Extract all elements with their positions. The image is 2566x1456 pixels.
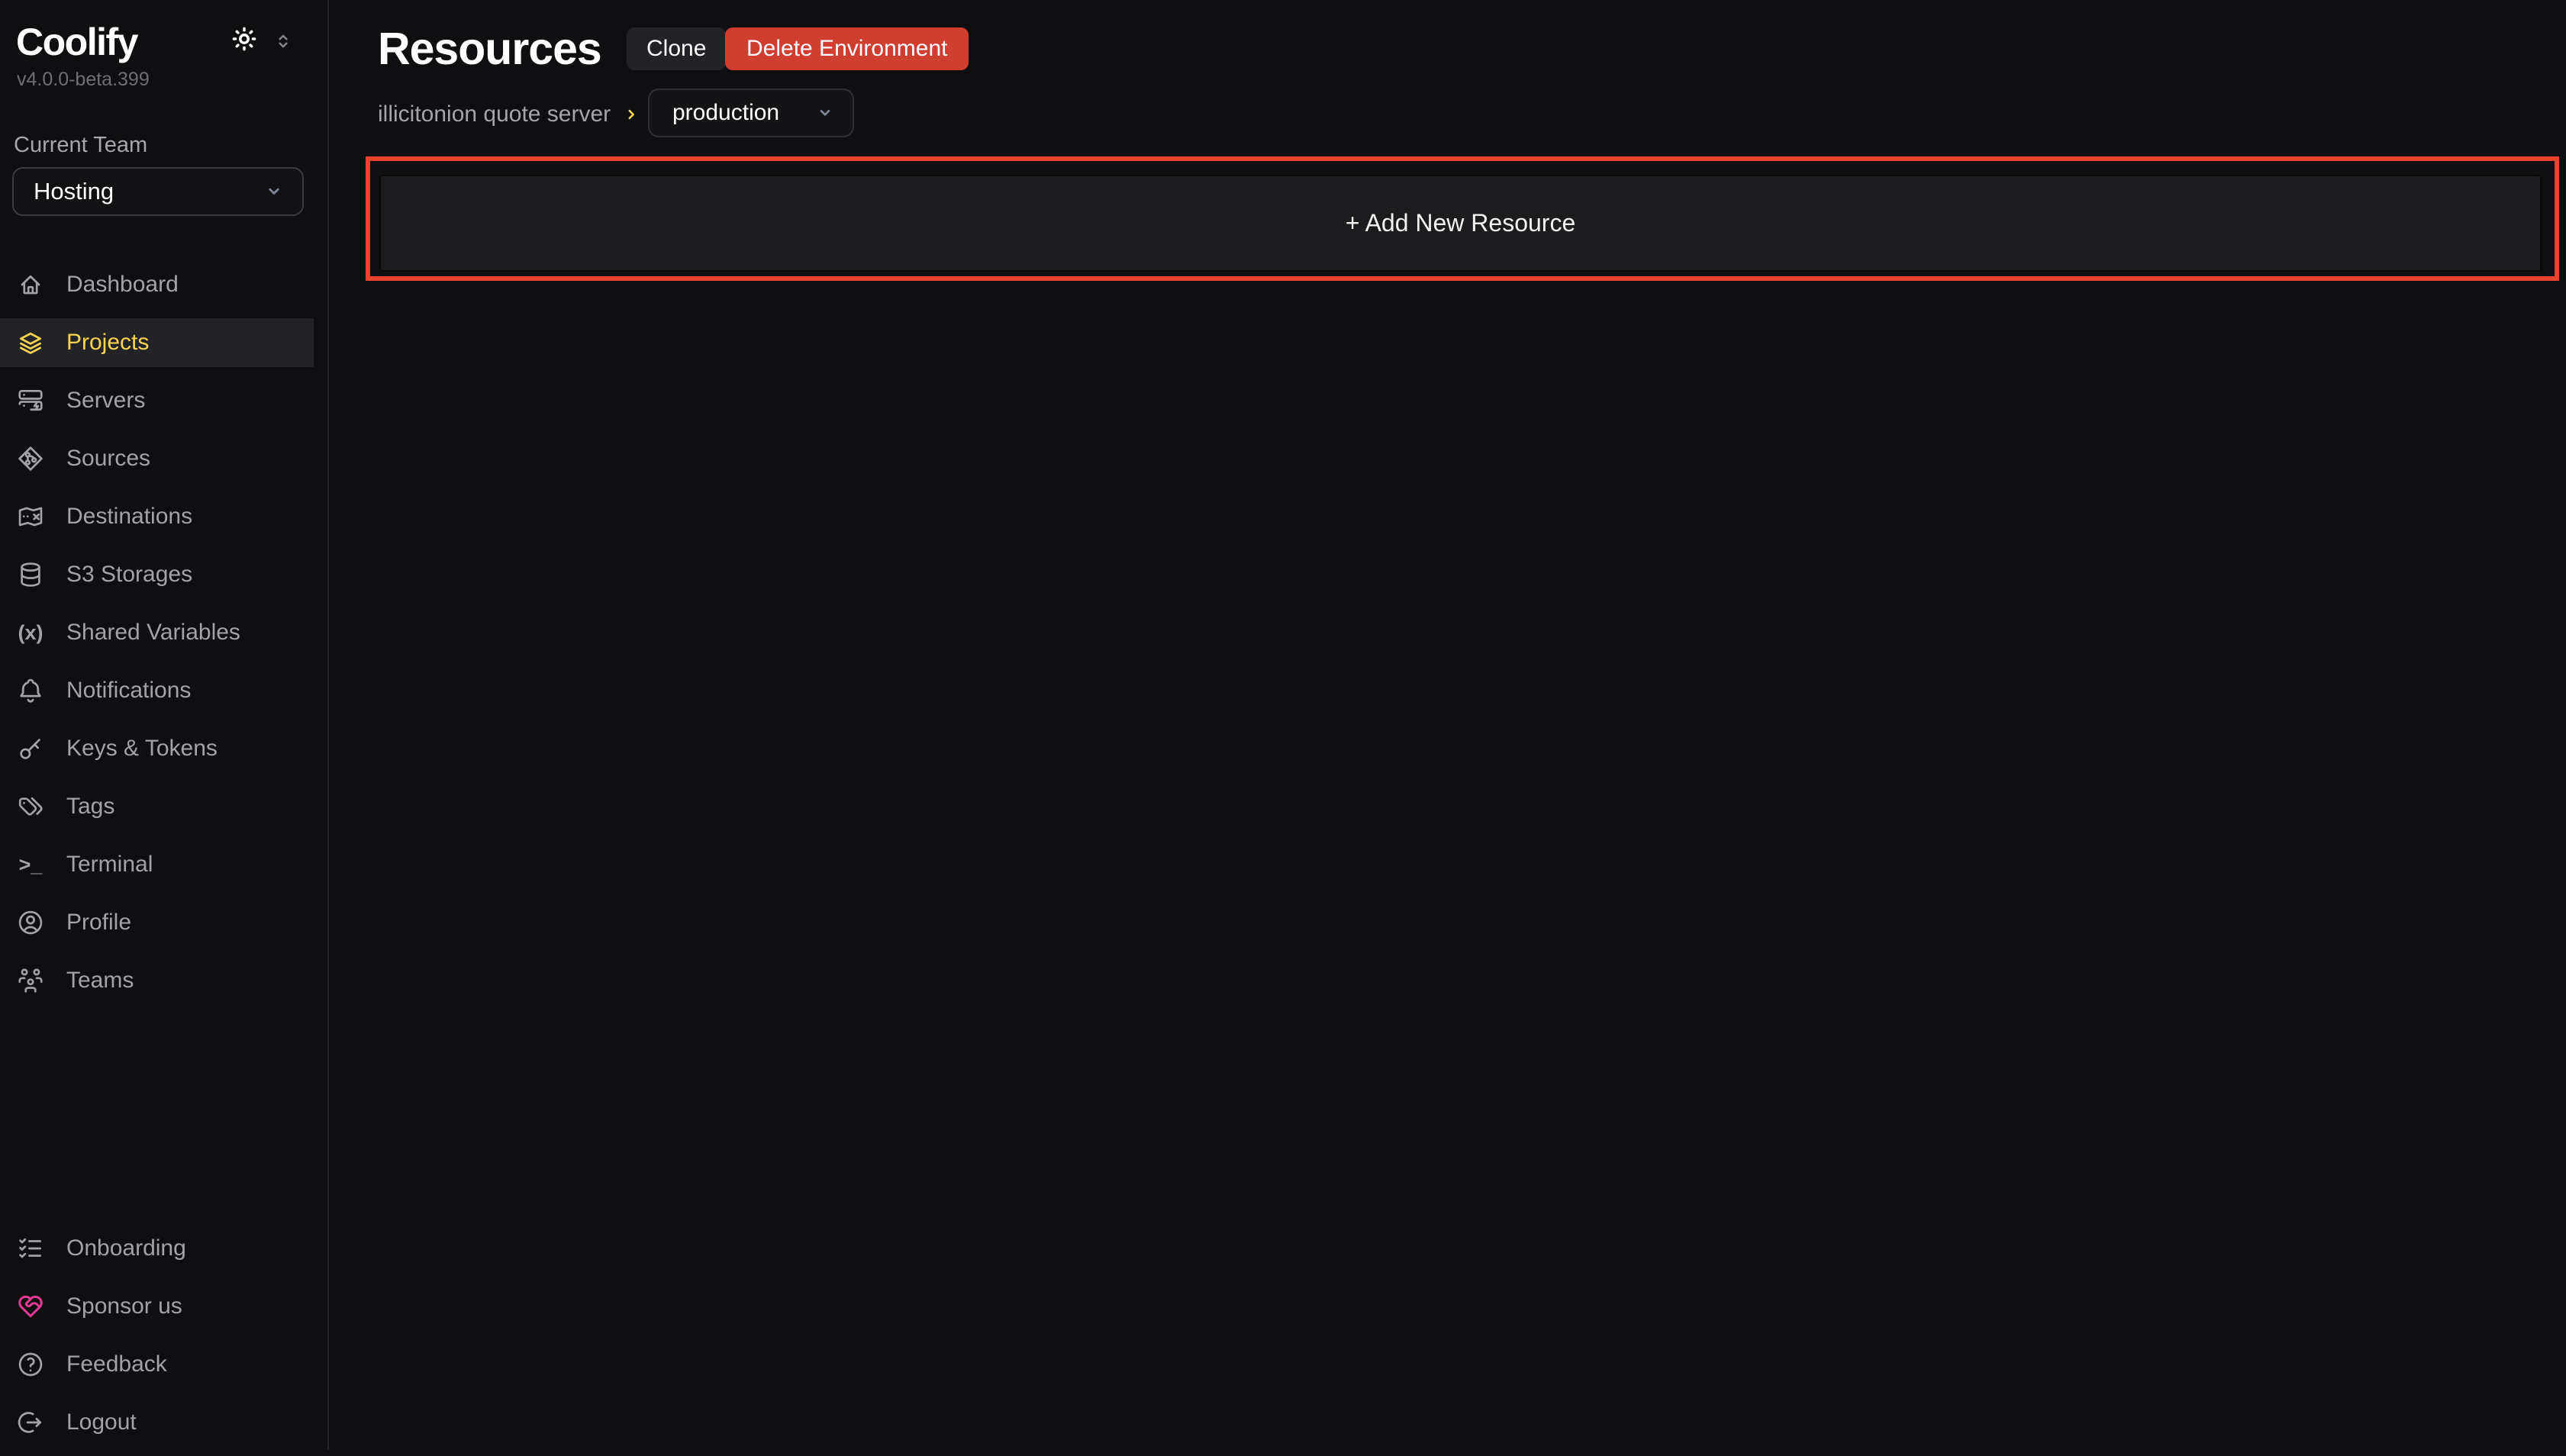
delete-environment-button[interactable]: Delete Environment: [725, 27, 969, 70]
sidebar-item-s3-storages[interactable]: S3 Storages: [0, 550, 314, 599]
breadcrumb-project-link[interactable]: illicitonion quote server: [378, 101, 611, 127]
sidebar-item-sponsor-us[interactable]: Sponsor us: [0, 1282, 314, 1331]
user-circle-icon: [16, 908, 45, 937]
current-team-label: Current Team: [14, 133, 147, 158]
sidebar-item-label: Projects: [66, 330, 149, 356]
sidebar-item-label: Logout: [66, 1409, 137, 1435]
sidebar-item-sources[interactable]: Sources: [0, 434, 314, 483]
sidebar-item-label: Sponsor us: [66, 1293, 182, 1319]
version-selector-button[interactable]: [272, 30, 295, 53]
sidebar-item-label: Destinations: [66, 504, 192, 530]
tags-icon: [16, 792, 45, 821]
sidebar-item-label: Keys & Tokens: [66, 736, 218, 762]
sidebar-footer-nav: Onboarding Sponsor us Feedback Logout: [0, 1224, 327, 1456]
app-root: Coolify v4.0.0-beta.399 Current Team Hos…: [0, 0, 2566, 1450]
sidebar-item-servers[interactable]: Servers: [0, 376, 314, 425]
terminal-icon: >_: [16, 853, 45, 877]
sidebar-item-label: Terminal: [66, 852, 153, 878]
clone-button[interactable]: Clone: [627, 27, 726, 70]
checklist-icon: [16, 1234, 45, 1263]
sidebar-item-label: S3 Storages: [66, 562, 192, 588]
app-version: v4.0.0-beta.399: [17, 69, 150, 91]
sidebar-item-teams[interactable]: Teams: [0, 956, 314, 1005]
sun-icon: [230, 24, 259, 53]
sidebar-item-shared-variables[interactable]: (x) Shared Variables: [0, 608, 314, 657]
sidebar-nav: Dashboard Projects Servers Sources: [0, 260, 327, 1014]
main-content: Resources Clone Delete Environment illic…: [330, 0, 2566, 1450]
sidebar-item-label: Dashboard: [66, 272, 179, 298]
team-select[interactable]: Hosting: [12, 167, 304, 216]
help-circle-icon: [16, 1350, 45, 1379]
sidebar-item-keys-tokens[interactable]: Keys & Tokens: [0, 724, 314, 773]
sidebar-item-terminal[interactable]: >_ Terminal: [0, 840, 314, 889]
git-icon: [16, 444, 45, 473]
server-icon: [16, 386, 45, 415]
sidebar-item-tags[interactable]: Tags: [0, 782, 314, 831]
variables-icon: (x): [16, 621, 45, 645]
sidebar-item-logout[interactable]: Logout: [0, 1398, 314, 1447]
page-title: Resources: [378, 23, 601, 75]
users-group-icon: [16, 966, 45, 995]
sidebar-item-notifications[interactable]: Notifications: [0, 666, 314, 715]
sidebar-item-dashboard[interactable]: Dashboard: [0, 260, 314, 309]
app-logo-text: Coolify: [16, 20, 137, 64]
add-new-resource-label: + Add New Resource: [1346, 209, 1576, 237]
chevron-down-icon: [813, 101, 837, 125]
sidebar-item-label: Shared Variables: [66, 620, 240, 646]
sidebar: Coolify v4.0.0-beta.399 Current Team Hos…: [0, 0, 329, 1450]
chevron-up-down-icon: [272, 30, 295, 53]
sidebar-item-label: Sources: [66, 446, 150, 472]
bell-icon: [16, 676, 45, 705]
environment-select-value: production: [672, 100, 779, 126]
sidebar-item-feedback[interactable]: Feedback: [0, 1340, 314, 1389]
layers-icon: [16, 328, 45, 357]
environment-select[interactable]: production: [648, 89, 854, 137]
sidebar-item-projects[interactable]: Projects: [0, 318, 314, 367]
heart-handshake-icon: [16, 1292, 45, 1321]
chevron-down-icon: [261, 179, 287, 205]
map-x-icon: [16, 502, 45, 531]
home-icon: [16, 270, 45, 299]
sidebar-item-label: Feedback: [66, 1351, 167, 1377]
sidebar-item-label: Onboarding: [66, 1235, 186, 1261]
sidebar-item-label: Teams: [66, 968, 134, 994]
sidebar-item-destinations[interactable]: Destinations: [0, 492, 314, 541]
add-new-resource-button[interactable]: + Add New Resource: [379, 175, 2542, 272]
sidebar-item-label: Notifications: [66, 678, 191, 704]
theme-toggle-button[interactable]: [230, 24, 259, 53]
team-select-value: Hosting: [34, 178, 114, 205]
key-icon: [16, 734, 45, 763]
sidebar-item-onboarding[interactable]: Onboarding: [0, 1224, 314, 1273]
chevron-right-icon: [621, 105, 641, 124]
breadcrumb: illicitonion quote server: [378, 101, 641, 127]
sidebar-item-profile[interactable]: Profile: [0, 898, 314, 947]
sidebar-item-label: Profile: [66, 910, 131, 936]
logout-icon: [16, 1408, 45, 1437]
sidebar-item-label: Servers: [66, 388, 145, 414]
sidebar-item-label: Tags: [66, 794, 114, 820]
database-icon: [16, 560, 45, 589]
